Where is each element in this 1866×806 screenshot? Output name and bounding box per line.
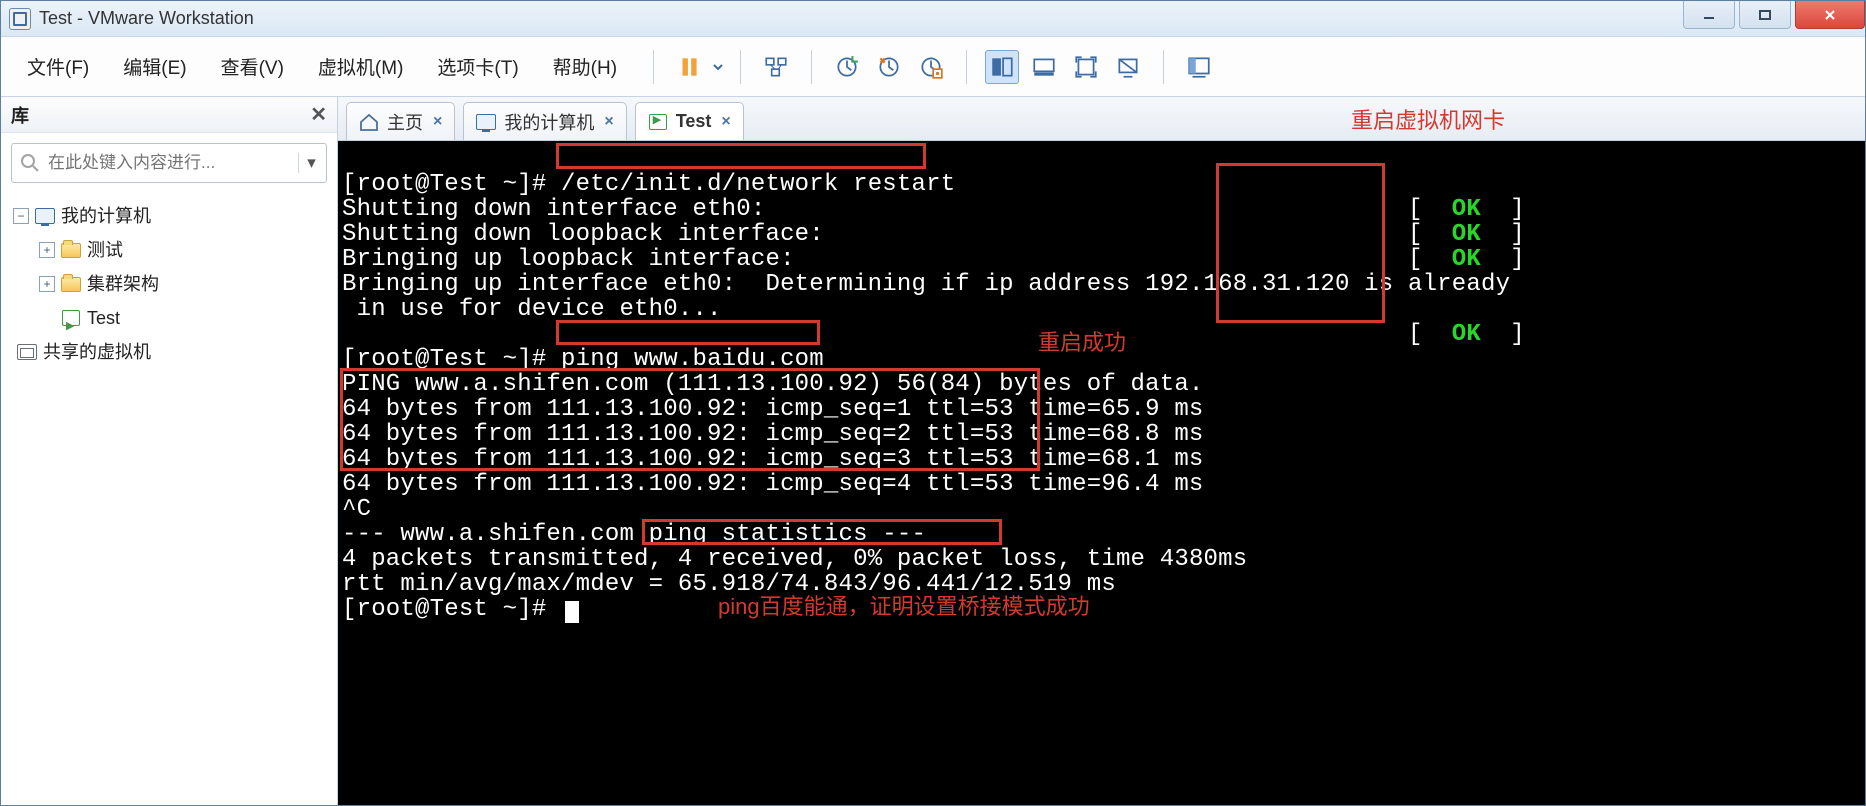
tab-test[interactable]: Test × [635, 102, 744, 140]
menu-help[interactable]: 帮助(H) [541, 47, 629, 86]
thumbnail-view-button[interactable] [1027, 50, 1061, 84]
vm-console[interactable]: [root@Test ~]# /etc/init.d/network resta… [338, 141, 1865, 805]
library-sidebar: 库 ✕ ▾ − 我的计算机 + 测试 + 集群架构 [1, 97, 338, 805]
window-title: Test - VMware Workstation [39, 8, 1679, 29]
tree-label: 集群架构 [87, 267, 159, 301]
window-controls [1679, 1, 1865, 36]
toolbar-separator [740, 50, 741, 84]
tree-shared-vms[interactable]: 共享的虚拟机 [9, 335, 333, 369]
tree-label: 共享的虚拟机 [43, 335, 151, 369]
search-icon [20, 153, 40, 173]
maximize-button[interactable] [1739, 1, 1791, 29]
vm-icon [62, 310, 80, 326]
annotation-restart-nic: 重启虚拟机网卡 [1351, 103, 1505, 135]
menu-bar: 文件(F) 编辑(E) 查看(V) 虚拟机(M) 选项卡(T) 帮助(H) [1, 37, 1865, 97]
main-area: 库 ✕ ▾ − 我的计算机 + 测试 + 集群架构 [1, 97, 1865, 805]
revert-snapshot-button[interactable] [872, 50, 906, 84]
home-icon [359, 113, 379, 131]
toolbar-separator [1163, 50, 1164, 84]
library-header: 库 ✕ [1, 97, 337, 133]
folder-icon [61, 243, 81, 258]
tab-strip: 主页 × 我的计算机 × Test × 重启虚拟机网卡 [338, 97, 1865, 141]
menu-tabs[interactable]: 选项卡(T) [425, 47, 530, 86]
show-console-button[interactable] [985, 50, 1019, 84]
library-search[interactable]: ▾ [11, 143, 327, 183]
content-area: 主页 × 我的计算机 × Test × 重启虚拟机网卡 [root@Test ~… [338, 97, 1865, 805]
close-library-button[interactable]: ✕ [310, 102, 327, 127]
computer-icon [476, 114, 496, 130]
shared-icon [17, 344, 37, 360]
library-title: 库 [11, 102, 29, 128]
tree-my-computer[interactable]: − 我的计算机 [9, 199, 333, 233]
toolbar-separator [653, 50, 654, 84]
app-window: Test - VMware Workstation 文件(F) 编辑(E) 查看… [0, 0, 1866, 806]
tab-label: 主页 [387, 109, 423, 135]
power-dropdown[interactable] [710, 50, 726, 84]
terminal-output: [root@Test ~]# /etc/init.d/network resta… [338, 141, 1865, 805]
tree-vm-test[interactable]: Test [9, 301, 333, 335]
computer-icon [35, 208, 55, 224]
tab-home[interactable]: 主页 × [346, 102, 455, 140]
annotation-ping-ok: ping百度能通，证明设置桥接模式成功 [718, 589, 1090, 621]
cursor [565, 601, 579, 623]
tree-folder-cluster[interactable]: + 集群架构 [9, 267, 333, 301]
menu-view[interactable]: 查看(V) [209, 47, 296, 86]
toolbar-separator [966, 50, 967, 84]
tree-label: 我的计算机 [61, 199, 151, 233]
unity-button[interactable] [1111, 50, 1145, 84]
toolbar-separator [811, 50, 812, 84]
menu-file[interactable]: 文件(F) [15, 47, 101, 86]
search-dropdown[interactable]: ▾ [298, 153, 318, 173]
tab-label: Test [676, 111, 712, 132]
annotation-restart-ok: 重启成功 [1038, 325, 1126, 357]
library-tree: − 我的计算机 + 测试 + 集群架构 Test 共享的虚拟机 [1, 193, 337, 805]
send-ctrl-alt-del-button[interactable] [759, 50, 793, 84]
tree-folder-test-group[interactable]: + 测试 [9, 233, 333, 267]
title-bar: Test - VMware Workstation [1, 1, 1865, 37]
tab-close-icon[interactable]: × [433, 113, 442, 131]
search-input[interactable] [46, 152, 292, 174]
tab-my-computer[interactable]: 我的计算机 × [463, 102, 626, 140]
tab-close-icon[interactable]: × [604, 113, 613, 131]
menu-vm[interactable]: 虚拟机(M) [306, 47, 415, 86]
tab-label: 我的计算机 [504, 109, 594, 135]
minimize-button[interactable] [1683, 1, 1735, 29]
vm-icon [649, 114, 667, 130]
snapshot-button[interactable] [830, 50, 864, 84]
tree-label: Test [87, 301, 120, 335]
pause-button[interactable] [672, 50, 706, 84]
tree-label: 测试 [87, 233, 123, 267]
fullscreen-button[interactable] [1069, 50, 1103, 84]
close-button[interactable] [1795, 1, 1865, 29]
tab-close-icon[interactable]: × [721, 113, 730, 131]
snapshot-manager-button[interactable] [914, 50, 948, 84]
app-icon [9, 8, 31, 30]
menu-edit[interactable]: 编辑(E) [111, 47, 198, 86]
folder-icon [61, 277, 81, 292]
library-toggle-button[interactable] [1182, 50, 1216, 84]
